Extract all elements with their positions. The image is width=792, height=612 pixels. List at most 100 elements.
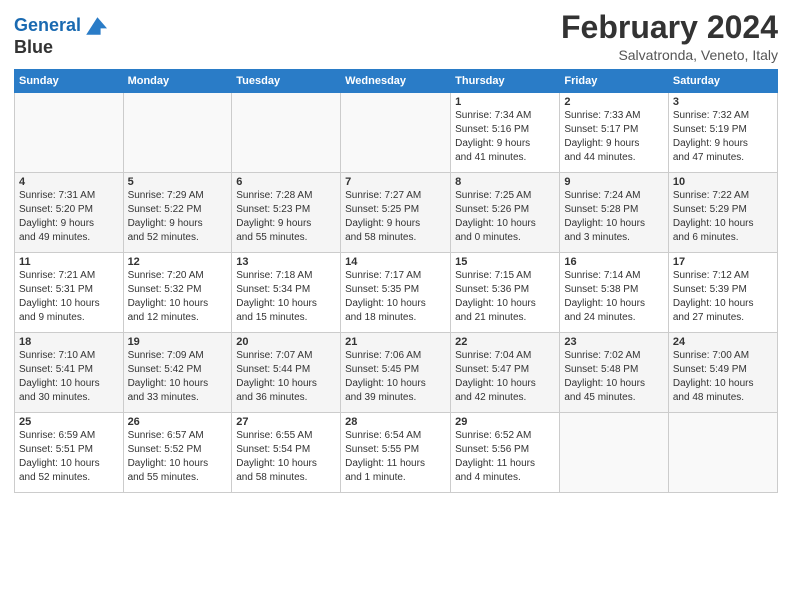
day-number: 18: [19, 336, 119, 348]
calendar-cell: 1Sunrise: 7:34 AM Sunset: 5:16 PM Daylig…: [451, 93, 560, 173]
calendar-cell: 23Sunrise: 7:02 AM Sunset: 5:48 PM Dayli…: [560, 333, 669, 413]
day-info: Sunrise: 7:31 AM Sunset: 5:20 PM Dayligh…: [19, 189, 119, 245]
calendar-cell: 14Sunrise: 7:17 AM Sunset: 5:35 PM Dayli…: [341, 253, 451, 333]
day-number: 22: [455, 336, 555, 348]
calendar-cell: [668, 413, 777, 493]
day-info: Sunrise: 7:20 AM Sunset: 5:32 PM Dayligh…: [128, 269, 228, 325]
calendar-cell: 3Sunrise: 7:32 AM Sunset: 5:19 PM Daylig…: [668, 93, 777, 173]
day-number: 28: [345, 416, 446, 428]
day-info: Sunrise: 7:25 AM Sunset: 5:26 PM Dayligh…: [455, 189, 555, 245]
calendar-cell: 28Sunrise: 6:54 AM Sunset: 5:55 PM Dayli…: [341, 413, 451, 493]
day-info: Sunrise: 6:54 AM Sunset: 5:55 PM Dayligh…: [345, 429, 446, 485]
calendar-cell: 2Sunrise: 7:33 AM Sunset: 5:17 PM Daylig…: [560, 93, 669, 173]
calendar-cell: 22Sunrise: 7:04 AM Sunset: 5:47 PM Dayli…: [451, 333, 560, 413]
calendar-cell: [560, 413, 669, 493]
day-number: 5: [128, 176, 228, 188]
day-number: 21: [345, 336, 446, 348]
calendar-cell: 27Sunrise: 6:55 AM Sunset: 5:54 PM Dayli…: [232, 413, 341, 493]
calendar-header: General Blue February 2024 Salvatronda, …: [14, 10, 778, 63]
calendar-table: SundayMondayTuesdayWednesdayThursdayFrid…: [14, 69, 778, 493]
calendar-cell: 9Sunrise: 7:24 AM Sunset: 5:28 PM Daylig…: [560, 173, 669, 253]
day-number: 13: [236, 256, 336, 268]
day-info: Sunrise: 7:24 AM Sunset: 5:28 PM Dayligh…: [564, 189, 664, 245]
calendar-cell: 7Sunrise: 7:27 AM Sunset: 5:25 PM Daylig…: [341, 173, 451, 253]
weekday-header-saturday: Saturday: [668, 70, 777, 93]
day-info: Sunrise: 7:09 AM Sunset: 5:42 PM Dayligh…: [128, 349, 228, 405]
day-number: 10: [673, 176, 773, 188]
calendar-cell: 6Sunrise: 7:28 AM Sunset: 5:23 PM Daylig…: [232, 173, 341, 253]
logo-text: General: [14, 16, 81, 36]
calendar-cell: 18Sunrise: 7:10 AM Sunset: 5:41 PM Dayli…: [15, 333, 124, 413]
day-info: Sunrise: 7:06 AM Sunset: 5:45 PM Dayligh…: [345, 349, 446, 405]
calendar-cell: 21Sunrise: 7:06 AM Sunset: 5:45 PM Dayli…: [341, 333, 451, 413]
day-info: Sunrise: 7:14 AM Sunset: 5:38 PM Dayligh…: [564, 269, 664, 325]
day-number: 25: [19, 416, 119, 428]
day-number: 1: [455, 96, 555, 108]
day-number: 27: [236, 416, 336, 428]
calendar-cell: 29Sunrise: 6:52 AM Sunset: 5:56 PM Dayli…: [451, 413, 560, 493]
weekday-header-monday: Monday: [123, 70, 232, 93]
day-number: 2: [564, 96, 664, 108]
day-number: 12: [128, 256, 228, 268]
calendar-cell: 11Sunrise: 7:21 AM Sunset: 5:31 PM Dayli…: [15, 253, 124, 333]
calendar-cell: 26Sunrise: 6:57 AM Sunset: 5:52 PM Dayli…: [123, 413, 232, 493]
day-info: Sunrise: 7:33 AM Sunset: 5:17 PM Dayligh…: [564, 109, 664, 165]
calendar-cell: 20Sunrise: 7:07 AM Sunset: 5:44 PM Dayli…: [232, 333, 341, 413]
day-info: Sunrise: 7:02 AM Sunset: 5:48 PM Dayligh…: [564, 349, 664, 405]
day-info: Sunrise: 6:59 AM Sunset: 5:51 PM Dayligh…: [19, 429, 119, 485]
day-info: Sunrise: 7:15 AM Sunset: 5:36 PM Dayligh…: [455, 269, 555, 325]
day-number: 24: [673, 336, 773, 348]
calendar-cell: 13Sunrise: 7:18 AM Sunset: 5:34 PM Dayli…: [232, 253, 341, 333]
calendar-cell: 25Sunrise: 6:59 AM Sunset: 5:51 PM Dayli…: [15, 413, 124, 493]
calendar-container: General Blue February 2024 Salvatronda, …: [0, 0, 792, 499]
day-info: Sunrise: 6:57 AM Sunset: 5:52 PM Dayligh…: [128, 429, 228, 485]
day-info: Sunrise: 7:21 AM Sunset: 5:31 PM Dayligh…: [19, 269, 119, 325]
day-info: Sunrise: 7:18 AM Sunset: 5:34 PM Dayligh…: [236, 269, 336, 325]
calendar-week-row: 1Sunrise: 7:34 AM Sunset: 5:16 PM Daylig…: [15, 93, 778, 173]
day-number: 7: [345, 176, 446, 188]
day-number: 16: [564, 256, 664, 268]
day-number: 8: [455, 176, 555, 188]
day-number: 6: [236, 176, 336, 188]
day-number: 23: [564, 336, 664, 348]
calendar-cell: 4Sunrise: 7:31 AM Sunset: 5:20 PM Daylig…: [15, 173, 124, 253]
calendar-cell: 24Sunrise: 7:00 AM Sunset: 5:49 PM Dayli…: [668, 333, 777, 413]
day-number: 20: [236, 336, 336, 348]
calendar-cell: [123, 93, 232, 173]
title-block: February 2024 Salvatronda, Veneto, Italy: [561, 10, 778, 63]
calendar-cell: [15, 93, 124, 173]
calendar-cell: 8Sunrise: 7:25 AM Sunset: 5:26 PM Daylig…: [451, 173, 560, 253]
calendar-title: February 2024: [561, 10, 778, 45]
day-info: Sunrise: 7:17 AM Sunset: 5:35 PM Dayligh…: [345, 269, 446, 325]
day-info: Sunrise: 7:12 AM Sunset: 5:39 PM Dayligh…: [673, 269, 773, 325]
logo: General Blue: [14, 14, 107, 58]
calendar-week-row: 25Sunrise: 6:59 AM Sunset: 5:51 PM Dayli…: [15, 413, 778, 493]
day-number: 26: [128, 416, 228, 428]
calendar-week-row: 4Sunrise: 7:31 AM Sunset: 5:20 PM Daylig…: [15, 173, 778, 253]
day-info: Sunrise: 7:07 AM Sunset: 5:44 PM Dayligh…: [236, 349, 336, 405]
day-info: Sunrise: 7:28 AM Sunset: 5:23 PM Dayligh…: [236, 189, 336, 245]
calendar-cell: [341, 93, 451, 173]
weekday-header-wednesday: Wednesday: [341, 70, 451, 93]
day-number: 9: [564, 176, 664, 188]
calendar-week-row: 18Sunrise: 7:10 AM Sunset: 5:41 PM Dayli…: [15, 333, 778, 413]
calendar-subtitle: Salvatronda, Veneto, Italy: [561, 47, 778, 63]
calendar-cell: 12Sunrise: 7:20 AM Sunset: 5:32 PM Dayli…: [123, 253, 232, 333]
weekday-header-friday: Friday: [560, 70, 669, 93]
day-info: Sunrise: 6:55 AM Sunset: 5:54 PM Dayligh…: [236, 429, 336, 485]
day-info: Sunrise: 7:27 AM Sunset: 5:25 PM Dayligh…: [345, 189, 446, 245]
day-info: Sunrise: 7:29 AM Sunset: 5:22 PM Dayligh…: [128, 189, 228, 245]
calendar-cell: 19Sunrise: 7:09 AM Sunset: 5:42 PM Dayli…: [123, 333, 232, 413]
calendar-cell: 17Sunrise: 7:12 AM Sunset: 5:39 PM Dayli…: [668, 253, 777, 333]
day-number: 17: [673, 256, 773, 268]
weekday-header-tuesday: Tuesday: [232, 70, 341, 93]
logo-icon: [83, 14, 107, 38]
calendar-cell: [232, 93, 341, 173]
day-number: 29: [455, 416, 555, 428]
calendar-cell: 16Sunrise: 7:14 AM Sunset: 5:38 PM Dayli…: [560, 253, 669, 333]
calendar-week-row: 11Sunrise: 7:21 AM Sunset: 5:31 PM Dayli…: [15, 253, 778, 333]
day-number: 4: [19, 176, 119, 188]
day-number: 3: [673, 96, 773, 108]
day-info: Sunrise: 7:32 AM Sunset: 5:19 PM Dayligh…: [673, 109, 773, 165]
calendar-cell: 10Sunrise: 7:22 AM Sunset: 5:29 PM Dayli…: [668, 173, 777, 253]
